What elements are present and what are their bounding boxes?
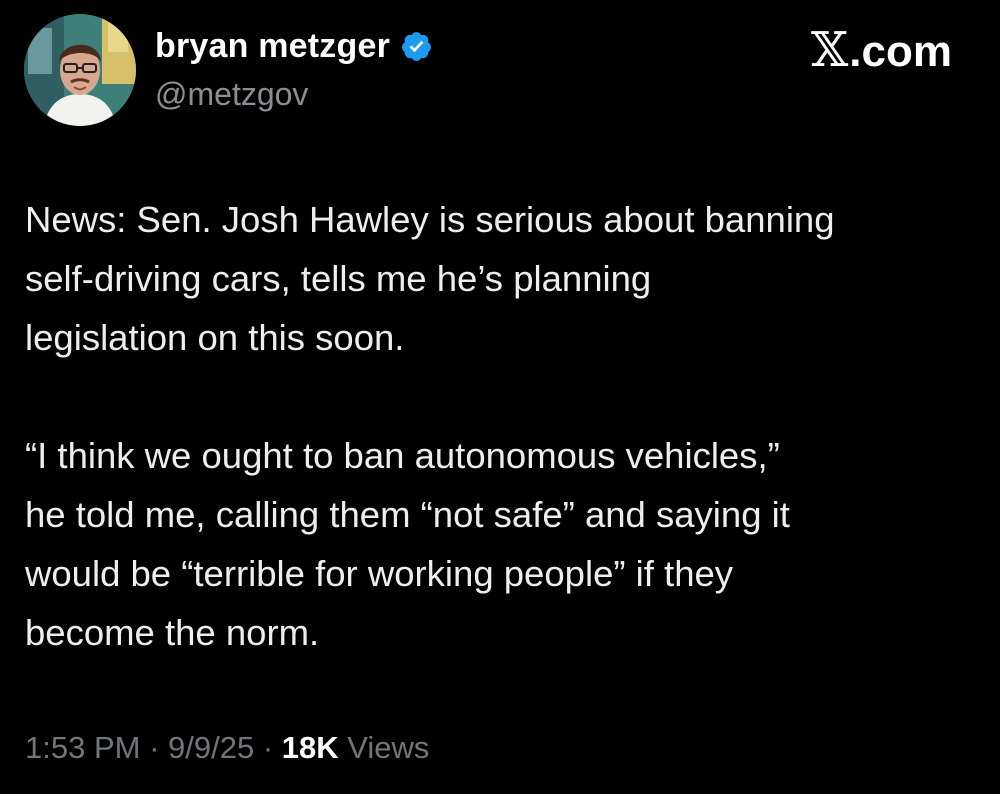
meta-separator: · [254,730,282,765]
x-com-wordmark: 𝕏 .com [811,26,952,76]
avatar-photo [24,14,136,126]
views-label: Views [338,730,430,765]
meta-separator: · [140,730,169,765]
verified-badge-icon [400,30,433,63]
tweet-paragraph-2: “I think we ought to ban autonomous vehi… [25,435,790,653]
brand-suffix: .com [849,27,952,76]
tweet-paragraph-1: News: Sen. Josh Hawley is serious about … [25,199,835,358]
tweet-date[interactable]: 9/9/25 [168,730,254,765]
tweet-text: News: Sen. Josh Hawley is serious about … [25,190,985,662]
author-handle[interactable]: @metzgov [155,74,308,114]
avatar[interactable] [24,14,136,126]
x-logo-icon: 𝕏 [811,22,849,78]
display-name[interactable]: bryan metzger [155,26,390,66]
tweet-meta: 1:53 PM · 9/9/25 · 18K Views [25,726,429,770]
tweet-card: bryan metzger @metzgov 𝕏 .com News: Sen.… [0,0,1000,794]
tweet-time[interactable]: 1:53 PM [25,730,140,765]
views-count: 18K [281,730,339,765]
author-row: bryan metzger [155,26,433,66]
